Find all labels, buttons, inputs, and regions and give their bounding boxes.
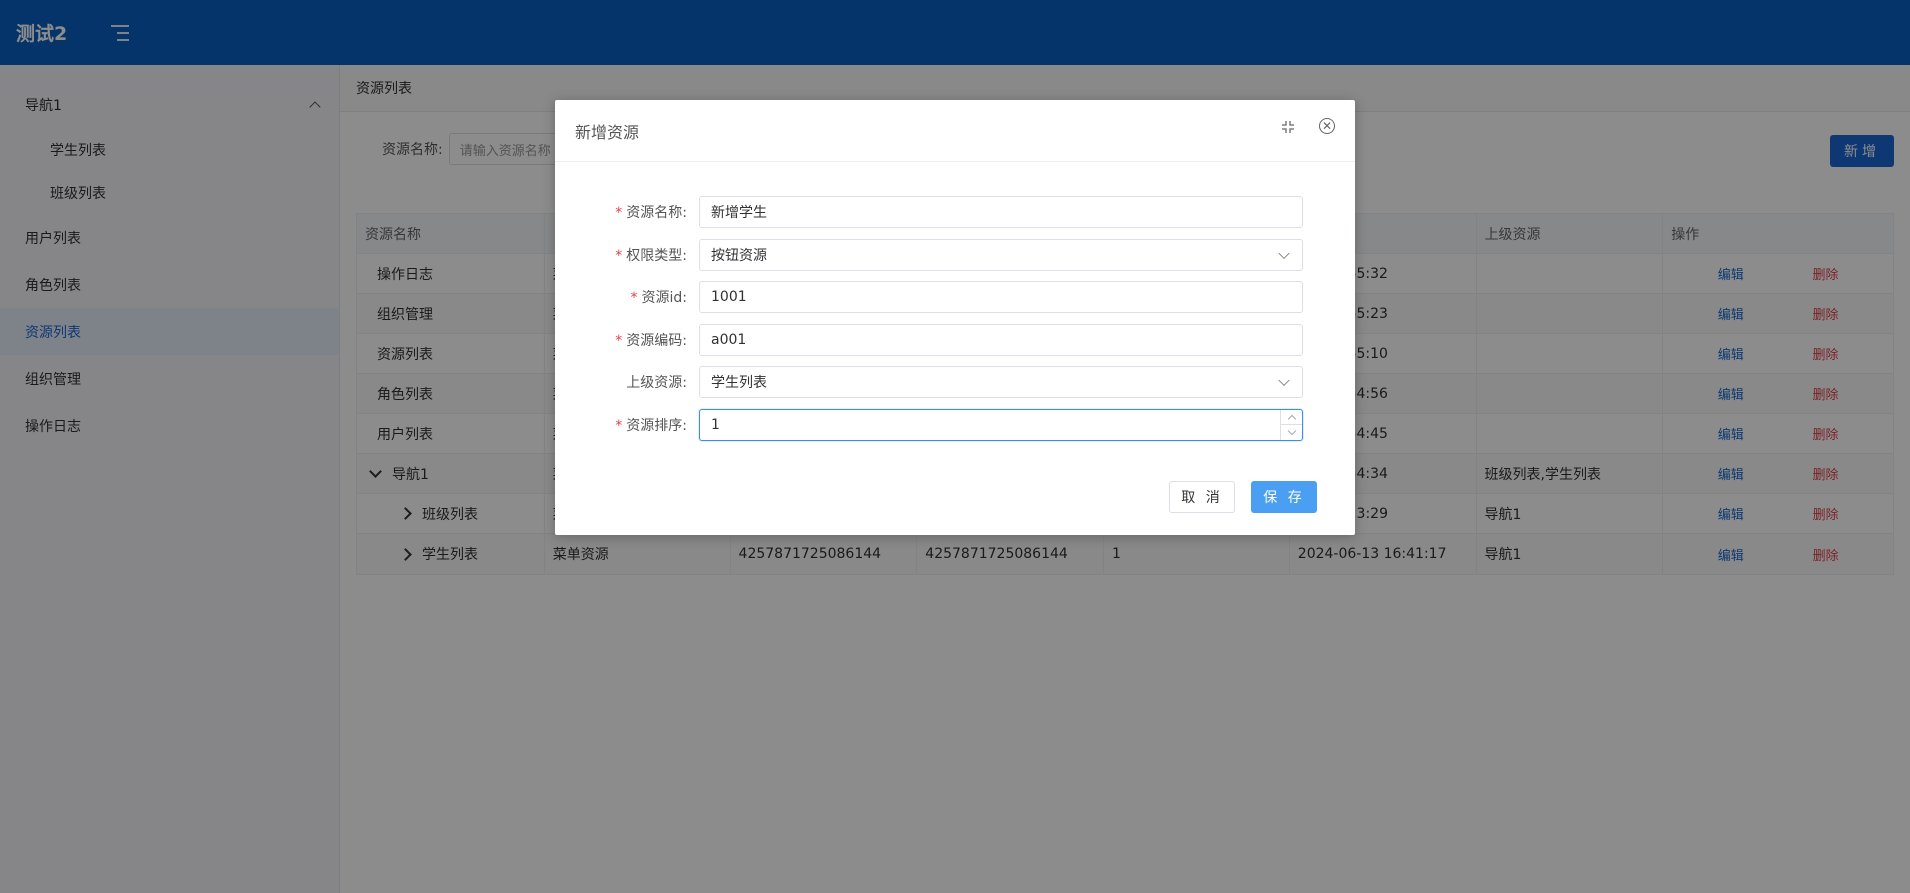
select-value: 学生列表 [711,375,767,392]
number-stepper [1280,409,1302,440]
form-row-name: * 资源名称: 新增学生 [555,195,1355,229]
resource-code-input[interactable]: a001 [699,323,1303,356]
dialog-title: 新增资源 [575,122,640,142]
resource-name-input[interactable]: 新增学生 [699,196,1303,228]
chevron-down-icon [1278,375,1290,387]
permission-type-select[interactable]: 按钮资源 [699,238,1303,271]
select-value: 按钮资源 [711,247,767,264]
cancel-button[interactable]: 取 消 [1169,481,1235,513]
form-row-res-id: * 资源id: 1001 [555,280,1355,314]
form-row-sort: * 资源排序: 1 [555,408,1355,442]
dialog-header: 新增资源 ✕ [555,100,1355,162]
field-label: * 权限类型: [615,247,687,264]
dialog-footer: 取 消 保 存 [1169,481,1317,513]
field-label: * 资源名称: [615,205,687,221]
field-label: * 资源编码: [615,332,687,349]
close-icon[interactable]: ✕ [1319,118,1335,134]
parent-resource-select[interactable]: 学生列表 [699,366,1303,399]
resource-sort-input[interactable]: 1 [699,408,1303,441]
number-value: 1 [711,416,720,433]
fullscreen-icon[interactable] [1281,120,1295,134]
field-label: * 资源排序: [615,417,687,434]
field-label: * 资源id: [630,290,688,307]
form-row-perm-type: * 权限类型: 按钮资源 [555,238,1355,272]
increment-icon[interactable] [1281,410,1302,426]
save-button[interactable]: 保 存 [1251,481,1317,513]
resource-id-input[interactable]: 1001 [699,281,1303,314]
form-row-res-code: * 资源编码: a001 [555,323,1355,357]
field-label: 上级资源: [626,375,687,392]
resource-form: * 资源名称: 新增学生 * 权限类型: 按钮资源 * 资源id: 1001 * 资源编… [555,195,1355,451]
form-row-parent: 上级资源: 学生列表 [555,365,1355,399]
add-resource-dialog: 新增资源 ✕ * 资源名称: 新增学生 * 权限类型: 按钮资源 * 资源id: 10… [555,100,1355,535]
decrement-icon[interactable] [1281,425,1302,440]
chevron-down-icon [1278,247,1290,259]
